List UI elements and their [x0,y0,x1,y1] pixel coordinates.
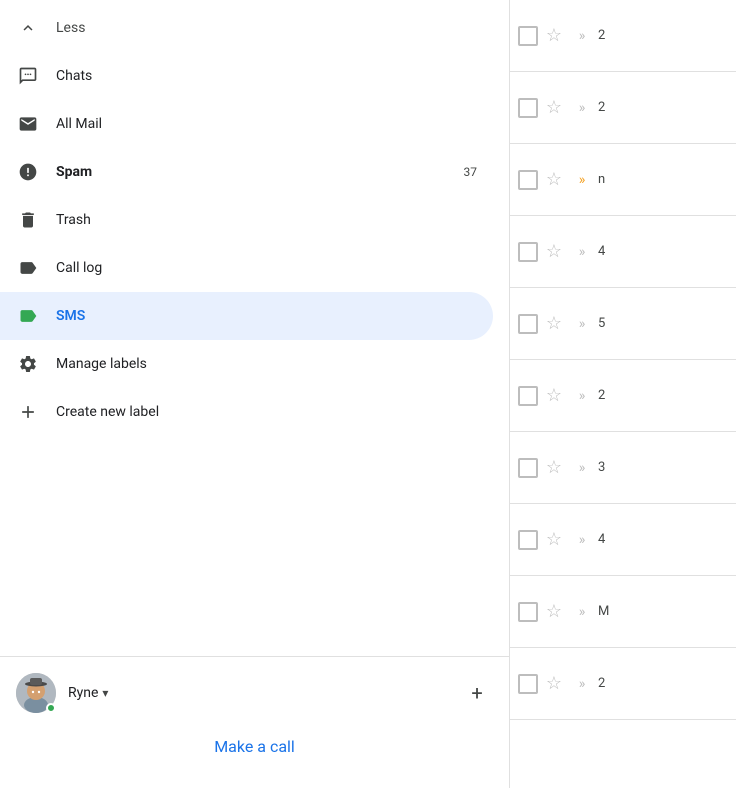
create-label-text: Create new label [56,404,477,420]
email-count: 2 [598,100,618,115]
star-button[interactable]: ☆ [542,24,566,48]
chat-icon [16,64,40,88]
user-account-row: Ryne ▾ + [0,665,509,721]
email-count: 2 [598,388,618,403]
tag-arrows[interactable]: » [570,312,594,336]
star-button[interactable]: ☆ [542,96,566,120]
table-row: ☆ » M [510,576,736,648]
make-call-link[interactable]: Make a call [214,737,295,756]
tag-arrows[interactable]: » [570,600,594,624]
email-count: 5 [598,316,618,331]
email-count: 3 [598,460,618,475]
star-button[interactable]: ☆ [542,456,566,480]
star-button[interactable]: ☆ [542,384,566,408]
tag-arrows[interactable]: » [570,240,594,264]
chevron-up-icon [16,19,40,37]
call-log-icon [16,256,40,280]
table-row: ☆ » n [510,144,736,216]
table-row: ☆ » 4 [510,216,736,288]
star-button[interactable]: ☆ [542,312,566,336]
star-button[interactable]: ☆ [542,240,566,264]
email-list-panel: ☆ » 2 ☆ » 2 ☆ » n ☆ » 4 ☆ » 5 [510,0,736,788]
star-button[interactable]: ☆ [542,600,566,624]
email-checkbox[interactable] [518,674,538,694]
email-label: M [598,604,618,619]
sidebar-item-create-label[interactable]: Create new label [0,388,493,436]
email-count: 2 [598,676,618,691]
trash-label: Trash [56,212,477,228]
account-dropdown-icon[interactable]: ▾ [102,686,108,700]
email-checkbox[interactable] [518,98,538,118]
add-account-button[interactable]: + [461,677,493,709]
mail-icon [16,112,40,136]
tag-arrows[interactable]: » [570,528,594,552]
tag-arrows-orange[interactable]: » [570,168,594,192]
email-list: ☆ » 2 ☆ » 2 ☆ » n ☆ » 4 ☆ » 5 [510,0,736,788]
avatar [16,673,56,713]
user-name-display[interactable]: Ryne ▾ [68,685,108,701]
sidebar-item-call-log[interactable]: Call log [0,244,493,292]
manage-labels-label: Manage labels [56,356,477,372]
sidebar: Less Chats All Mail Spam 37 [0,0,510,788]
sms-icon [16,304,40,328]
star-button[interactable]: ☆ [542,168,566,192]
table-row: ☆ » 2 [510,360,736,432]
star-button[interactable]: ☆ [542,672,566,696]
sidebar-item-spam[interactable]: Spam 37 [0,148,493,196]
sidebar-item-trash[interactable]: Trash [0,196,493,244]
chats-label: Chats [56,68,477,84]
online-status-dot [46,703,56,713]
spam-badge: 37 [464,165,478,179]
tag-arrows[interactable]: » [570,96,594,120]
sidebar-item-manage-labels[interactable]: Manage labels [0,340,493,388]
email-checkbox[interactable] [518,530,538,550]
table-row: ☆ » 2 [510,72,736,144]
email-count: 4 [598,244,618,259]
table-row: ☆ » 2 [510,0,736,72]
tag-arrows[interactable]: » [570,384,594,408]
trash-icon [16,208,40,232]
email-checkbox[interactable] [518,602,538,622]
email-checkbox[interactable] [518,314,538,334]
gear-icon [16,352,40,376]
make-call-section: Make a call [0,721,509,780]
email-checkbox[interactable] [518,170,538,190]
table-row: ☆ » 5 [510,288,736,360]
email-checkbox[interactable] [518,242,538,262]
sidebar-item-chats[interactable]: Chats [0,52,493,100]
sidebar-item-sms[interactable]: SMS [0,292,493,340]
email-count: 4 [598,532,618,547]
email-count: 2 [598,28,618,43]
email-checkbox[interactable] [518,458,538,478]
table-row: ☆ » 2 [510,648,736,720]
tag-arrows[interactable]: » [570,24,594,48]
user-name-text: Ryne [68,685,98,701]
less-button[interactable]: Less [0,4,509,52]
spam-label: Spam [56,164,456,180]
email-checkbox[interactable] [518,26,538,46]
star-button[interactable]: ☆ [542,528,566,552]
email-label: n [598,172,618,187]
table-row: ☆ » 3 [510,432,736,504]
spam-icon [16,160,40,184]
email-checkbox[interactable] [518,386,538,406]
call-log-label: Call log [56,260,477,276]
tag-arrows[interactable]: » [570,672,594,696]
sms-label: SMS [56,308,477,324]
plus-icon [16,400,40,424]
less-label: Less [56,20,85,36]
table-row: ☆ » 4 [510,504,736,576]
tag-arrows[interactable]: » [570,456,594,480]
sidebar-item-all-mail[interactable]: All Mail [0,100,493,148]
all-mail-label: All Mail [56,116,477,132]
sidebar-nav: Less Chats All Mail Spam 37 [0,0,509,656]
sidebar-footer: Ryne ▾ + Make a call [0,656,509,788]
